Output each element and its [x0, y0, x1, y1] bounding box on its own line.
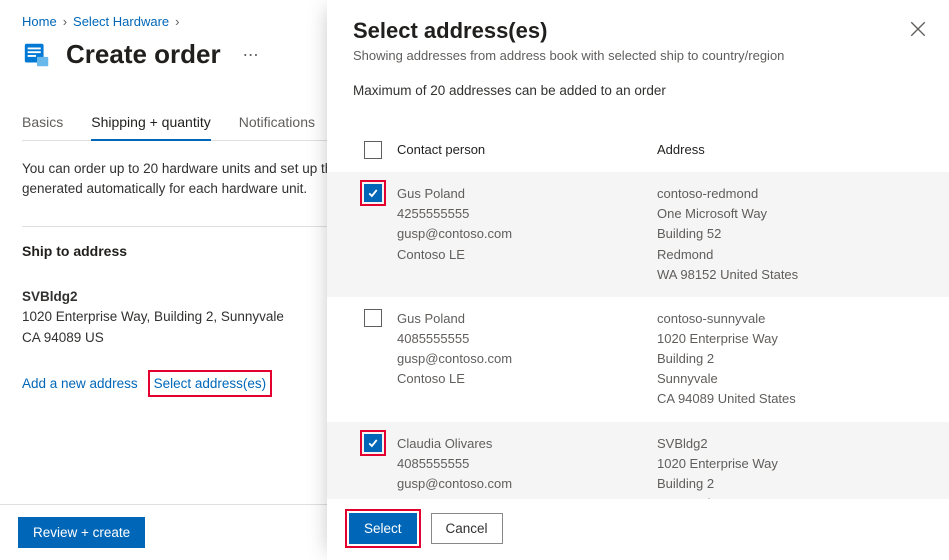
select-addresses-link[interactable]: Select address(es): [154, 376, 267, 391]
more-icon[interactable]: ⋯: [235, 45, 267, 65]
table-header: Contact person Address: [327, 128, 949, 172]
review-create-button[interactable]: Review + create: [18, 517, 145, 548]
breadcrumb-home[interactable]: Home: [22, 14, 57, 29]
breadcrumb-select-hardware[interactable]: Select Hardware: [73, 14, 169, 29]
table-row[interactable]: Gus Poland 4085555555 gusp@contoso.com C…: [327, 297, 949, 422]
address-cell: contoso-sunnyvale 1020 Enterprise Way Bu…: [657, 309, 927, 410]
close-icon[interactable]: [909, 20, 927, 38]
chevron-right-icon: ›: [175, 14, 179, 29]
panel-note: Maximum of 20 addresses can be added to …: [353, 83, 923, 98]
contact-cell: Gus Poland 4255555555 gusp@contoso.com C…: [397, 184, 657, 265]
table-row[interactable]: Claudia Olivares 4085555555 gusp@contoso…: [327, 422, 949, 499]
table-row[interactable]: Gus Poland 4255555555 gusp@contoso.com C…: [327, 172, 949, 297]
panel-subtitle: Showing addresses from address book with…: [353, 48, 923, 63]
page-title: Create order: [66, 39, 221, 70]
cancel-button[interactable]: Cancel: [431, 513, 503, 544]
row-checkbox[interactable]: [364, 184, 382, 202]
add-address-link[interactable]: Add a new address: [22, 376, 138, 391]
order-icon: [22, 40, 52, 70]
address-cell: contoso-redmond One Microsoft Way Buildi…: [657, 184, 927, 285]
address-table: Contact person Address Gus Poland 425555…: [327, 128, 949, 499]
row-checkbox[interactable]: [364, 434, 382, 452]
contact-cell: Claudia Olivares 4085555555 gusp@contoso…: [397, 434, 657, 499]
column-header-contact: Contact person: [397, 140, 657, 160]
column-header-address: Address: [657, 140, 927, 160]
select-button[interactable]: Select: [349, 513, 417, 544]
panel-title: Select address(es): [353, 18, 923, 44]
tab-notifications[interactable]: Notifications: [239, 106, 315, 140]
tab-basics[interactable]: Basics: [22, 106, 63, 140]
panel-header: Select address(es) Showing addresses fro…: [327, 0, 949, 104]
select-all-cell: [349, 141, 397, 159]
address-cell: SVBldg2 1020 Enterprise Way Building 2 S…: [657, 434, 927, 499]
row-checkbox[interactable]: [364, 309, 382, 327]
select-all-checkbox[interactable]: [364, 141, 382, 159]
panel-footer: Select Cancel: [327, 499, 949, 560]
select-addresses-panel: Select address(es) Showing addresses fro…: [327, 0, 949, 560]
contact-cell: Gus Poland 4085555555 gusp@contoso.com C…: [397, 309, 657, 390]
chevron-right-icon: ›: [63, 14, 67, 29]
tab-shipping-quantity[interactable]: Shipping + quantity: [91, 106, 210, 140]
